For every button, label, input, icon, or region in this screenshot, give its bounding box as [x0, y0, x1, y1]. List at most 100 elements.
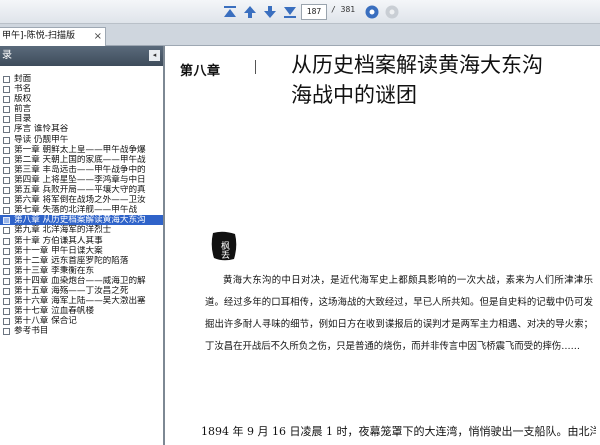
last-page-icon[interactable]	[282, 4, 298, 20]
toc-item-label: 第九章 北洋海军的洋烈士	[14, 225, 112, 236]
toc-item-label: 第十四章 血染炮台——威海卫的解	[14, 275, 146, 286]
toc-item[interactable]: 封面	[0, 74, 163, 84]
toc-item[interactable]: 目录	[0, 114, 163, 124]
toc-item-label: 第十二章 远东首座罗陀的陷落	[14, 255, 129, 266]
toc-item-label: 第五章 兵败开局——平壤大守的真	[14, 185, 146, 196]
toc-item[interactable]: 第十四章 血染炮台——威海卫的解	[0, 276, 163, 286]
toc-item[interactable]: 第九章 北洋海军的洋烈士	[0, 225, 163, 235]
collapse-icon[interactable]: ◂	[149, 50, 160, 61]
refresh-icon[interactable]	[384, 4, 400, 20]
bookmark-icon	[3, 267, 10, 275]
page-number-input[interactable]: 187	[301, 4, 327, 20]
toc-item-label: 第四章 上将星坠——李鸿章与中日	[14, 174, 146, 185]
toc-item-label: 前言	[14, 104, 32, 115]
go-icon[interactable]	[364, 4, 380, 20]
toc-item-label: 第六章 将军倒在战场之外——卫汝	[14, 195, 146, 206]
bookmark-icon	[3, 136, 10, 144]
seal-text: 枫丢	[219, 240, 230, 260]
toc-item[interactable]: 第三章 丰岛远击——甲午战争中的	[0, 165, 163, 175]
toc-item[interactable]: 版权	[0, 94, 163, 104]
toc-item-label: 第十章 方伯谦其人其事	[14, 235, 103, 246]
toc-item[interactable]: 前言	[0, 104, 163, 114]
bookmark-icon	[3, 86, 10, 94]
sidebar-header: 录 ◂	[0, 46, 163, 66]
toc-item-label: 序言 谁怜其谷	[14, 124, 69, 135]
toc-item-label: 封面	[14, 74, 32, 84]
toc-item[interactable]: 第十二章 远东首座罗陀的陷落	[0, 256, 163, 266]
toc-item-label: 第三章 丰岛远击——甲午战争中的	[14, 164, 146, 175]
first-page-icon[interactable]	[222, 4, 238, 20]
close-icon[interactable]: ×	[94, 28, 102, 45]
toc-item-label: 第十一章 甲午日谍大案	[14, 245, 103, 256]
prev-page-icon[interactable]	[242, 4, 258, 20]
toc-item[interactable]: 参考书目	[0, 326, 163, 336]
toc-item-label: 第十八章 保合记	[14, 316, 77, 327]
bookmark-icon	[3, 328, 10, 336]
toolbar: 187 / 381	[0, 0, 600, 24]
toc-item-label: 第七章 失落的北洋舰——甲午战	[14, 205, 138, 216]
bookmark-icon	[3, 277, 10, 285]
bookmark-icon	[3, 298, 10, 306]
document-tab[interactable]: 甲午]-陈悦-扫描版 ×	[0, 27, 106, 46]
toc-item-label: 目录	[14, 114, 32, 125]
toc-item[interactable]: 第二章 天朝上国的家底——甲午战	[0, 155, 163, 165]
seal-stamp: 枫丢	[209, 230, 239, 266]
chapter-title: 从历史档案解读黄海大东沟 海战中的谜团	[291, 50, 591, 110]
bookmark-icon	[3, 247, 10, 255]
chapter-title-line1: 从历史档案解读黄海大东沟	[291, 53, 543, 77]
chapter-number: 第八章	[180, 64, 221, 79]
toc-item-label: 第一章 朝鲜太上皇——甲午战争爆	[14, 144, 146, 155]
toc-item-label: 第八章 从历史档案解读黄海大东沟	[14, 215, 146, 226]
bookmark-icon	[3, 227, 10, 235]
document-page: 第八章 从历史档案解读黄海大东沟 海战中的谜团 枫丢 黄海大东沟的中日对决，是近…	[167, 46, 600, 445]
title-divider	[255, 60, 256, 74]
bookmark-icon	[3, 318, 10, 326]
toc-item[interactable]: 第十三章 李秉衡在东	[0, 266, 163, 276]
intro-paragraph: 黄海大东沟的中日对决，是近代海军史上都颇具影响的一次大战，素来为人们所津津乐道。…	[205, 275, 593, 352]
tab-title: 甲午]-陈悦-扫描版	[2, 31, 76, 41]
toc-item[interactable]: 第十一章 甲午日谍大案	[0, 246, 163, 256]
bookmark-icon	[3, 156, 10, 164]
bookmark-icon	[3, 96, 10, 104]
toc-item[interactable]: 书名	[0, 84, 163, 94]
toc-item-label: 第十七章 泣血春帆楼	[14, 306, 95, 317]
body-paragraph: 1894 年 9 月 16 日凌晨 1 时，夜幕笼罩下的大连湾，悄悄驶出一支船队…	[201, 425, 596, 438]
bookmark-icon	[3, 106, 10, 114]
sidebar-title: 录	[2, 50, 12, 61]
bookmark-icon	[3, 287, 10, 295]
bookmark-icon	[3, 237, 10, 245]
bookmark-icon	[3, 116, 10, 124]
toc-item[interactable]: 第十七章 泣血春帆楼	[0, 306, 163, 316]
toc-item-label: 书名	[14, 84, 32, 95]
next-page-icon[interactable]	[262, 4, 278, 20]
toc-item[interactable]: 第十八章 保合记	[0, 316, 163, 326]
toc-item-label: 第十五章 海殇——丁汝昌之死	[14, 285, 129, 296]
toc-list: 封面 书名 版权 前言 目录 序言 谁怜其谷 导读 仍靓甲午 第一章 朝鲜太上皇——甲午战争爆…	[0, 66, 163, 336]
bookmark-icon	[3, 146, 10, 154]
bookmark-icon	[3, 257, 10, 265]
toc-item[interactable]: 第十六章 海军上陆——吴大澂出塞	[0, 296, 163, 306]
toc-item[interactable]: 导读 仍靓甲午	[0, 135, 163, 145]
toc-item[interactable]: 第七章 失落的北洋舰——甲午战	[0, 205, 163, 215]
bookmark-icon	[3, 187, 10, 195]
toc-item[interactable]: 第六章 将军倒在战场之外——卫汝	[0, 195, 163, 205]
chapter-title-line2: 海战中的谜团	[291, 83, 417, 107]
tab-strip: 甲午]-陈悦-扫描版 ×	[0, 24, 600, 46]
toc-item[interactable]: 第一章 朝鲜太上皇——甲午战争爆	[0, 145, 163, 155]
bookmark-icon	[3, 207, 10, 215]
toc-item-label: 版权	[14, 94, 32, 105]
bookmark-icon	[3, 308, 10, 316]
toc-item[interactable]: 序言 谁怜其谷	[0, 124, 163, 134]
toc-item[interactable]: 第十章 方伯谦其人其事	[0, 236, 163, 246]
bookmark-icon	[3, 217, 10, 225]
toc-item-label: 导读 仍靓甲午	[14, 134, 69, 145]
toc-item[interactable]: 第五章 兵败开局——平壤大守的真	[0, 185, 163, 195]
toc-item[interactable]: 第八章 从历史档案解读黄海大东沟	[0, 215, 163, 226]
toc-item[interactable]: 第十五章 海殇——丁汝昌之死	[0, 286, 163, 296]
toc-item-label: 第十三章 李秉衡在东	[14, 265, 95, 276]
toc-item-label: 参考书目	[14, 326, 49, 337]
toc-item[interactable]: 第四章 上将星坠——李鸿章与中日	[0, 175, 163, 185]
bookmark-icon	[3, 197, 10, 205]
toc-sidebar: 录 ◂ 封面 书名 版权 前言 目录 序言 谁怜其谷 导读 仍靓甲午 第一章 朝鲜太上皇——甲…	[0, 46, 165, 445]
page-total: / 381	[331, 5, 356, 14]
